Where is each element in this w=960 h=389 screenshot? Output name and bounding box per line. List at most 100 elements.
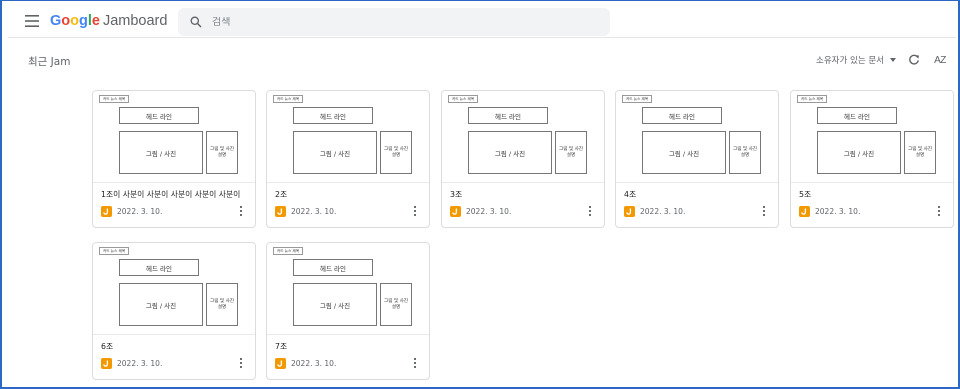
thumbnail-tag: 카드 뉴스 제목 [99, 95, 130, 103]
jam-card[interactable]: 카드 뉴스 제목 헤드 라인 그림 / 사진 그림 및 사진 설명 4조 202… [615, 90, 779, 228]
thumbnail-tag: 카드 뉴스 제목 [273, 247, 304, 255]
jam-modified-date: 2022. 3. 10. [291, 359, 337, 368]
jam-meta: 2022. 3. 10. [275, 204, 421, 218]
jam-modified-date: 2022. 3. 10. [640, 207, 686, 216]
list-controls: 소유자가 있는 문서 AZ [816, 52, 948, 68]
jam-modified-date: 2022. 3. 10. [291, 207, 337, 216]
jam-thumbnail: 카드 뉴스 제목 헤드 라인 그림 / 사진 그림 및 사진 설명 [616, 91, 778, 183]
top-app-bar: Google Jamboard [8, 4, 956, 38]
jam-modified-date: 2022. 3. 10. [815, 207, 861, 216]
app-logo[interactable]: Google Jamboard [50, 13, 167, 29]
jam-meta: 2022. 3. 10. [624, 204, 770, 218]
thumbnail-headline-box: 헤드 라인 [119, 259, 199, 276]
jam-card[interactable]: 카드 뉴스 제목 헤드 라인 그림 / 사진 그림 및 사진 설명 7조 202… [266, 242, 430, 380]
jam-title: 4조 [624, 190, 637, 199]
jamboard-file-icon [101, 206, 112, 217]
sort-label: AZ [934, 54, 946, 66]
jam-thumbnail: 카드 뉴스 제목 헤드 라인 그림 / 사진 그림 및 사진 설명 [267, 243, 429, 335]
jam-thumbnail: 카드 뉴스 제목 헤드 라인 그림 / 사진 그림 및 사진 설명 [267, 91, 429, 183]
jam-meta: 2022. 3. 10. [799, 204, 945, 218]
thumbnail-photo-box: 그림 / 사진 [293, 283, 377, 326]
jamboard-file-icon [450, 206, 461, 217]
jamboard-file-icon [101, 358, 112, 369]
jam-meta: 2022. 3. 10. [275, 356, 421, 370]
thumbnail-tag: 카드 뉴스 제목 [797, 95, 828, 103]
thumbnail-caption-box: 그림 및 사진 설명 [206, 283, 238, 326]
jam-thumbnail: 카드 뉴스 제목 헤드 라인 그림 / 사진 그림 및 사진 설명 [93, 91, 255, 183]
jam-meta: 2022. 3. 10. [101, 204, 247, 218]
jamboard-file-icon [275, 206, 286, 217]
thumbnail-headline-box: 헤드 라인 [119, 107, 199, 124]
thumbnail-photo-box: 그림 / 사진 [119, 131, 203, 174]
jam-title: 5조 [799, 190, 812, 199]
thumbnail-headline-box: 헤드 라인 [293, 259, 373, 276]
jam-info: 5조 2022. 3. 10. [791, 183, 953, 217]
thumbnail-caption-box: 그림 및 사진 설명 [206, 131, 238, 174]
jam-modified-date: 2022. 3. 10. [466, 207, 512, 216]
owner-filter-label: 소유자가 있는 문서 [816, 56, 884, 66]
jam-card[interactable]: 카드 뉴스 제목 헤드 라인 그림 / 사진 그림 및 사진 설명 1조이 사분… [92, 90, 256, 228]
thumbnail-caption-box: 그림 및 사진 설명 [729, 131, 761, 174]
jamboard-file-icon [275, 358, 286, 369]
jam-info: 6조 2022. 3. 10. [93, 335, 255, 369]
thumbnail-headline-box: 헤드 라인 [817, 107, 897, 124]
jam-card[interactable]: 카드 뉴스 제목 헤드 라인 그림 / 사진 그림 및 사진 설명 2조 202… [266, 90, 430, 228]
jam-info: 2조 2022. 3. 10. [267, 183, 429, 217]
jam-title: 7조 [275, 342, 288, 351]
thumbnail-caption-box: 그림 및 사진 설명 [904, 131, 936, 174]
thumbnail-tag: 카드 뉴스 제목 [99, 247, 130, 255]
thumbnail-headline-box: 헤드 라인 [642, 107, 722, 124]
jam-title: 3조 [450, 190, 463, 199]
owner-filter-dropdown[interactable]: 소유자가 있는 문서 [816, 54, 896, 66]
jam-thumbnail: 카드 뉴스 제목 헤드 라인 그림 / 사진 그림 및 사진 설명 [791, 91, 953, 183]
jam-meta: 2022. 3. 10. [101, 356, 247, 370]
more-options-icon[interactable] [584, 204, 596, 218]
jam-title: 1조이 사분이 사분이 사분이 사분이 사분이 [101, 190, 241, 199]
section-title: 최근 Jam [28, 56, 71, 68]
thumbnail-photo-box: 그림 / 사진 [642, 131, 726, 174]
jam-modified-date: 2022. 3. 10. [117, 207, 163, 216]
more-options-icon[interactable] [933, 204, 945, 218]
jam-info: 7조 2022. 3. 10. [267, 335, 429, 369]
jam-info: 1조이 사분이 사분이 사분이 사분이 사분이 2022. 3. 10. [93, 183, 255, 217]
jam-meta: 2022. 3. 10. [450, 204, 596, 218]
more-options-icon[interactable] [235, 204, 247, 218]
more-options-icon[interactable] [235, 356, 247, 370]
more-options-icon[interactable] [409, 204, 421, 218]
jam-card[interactable]: 카드 뉴스 제목 헤드 라인 그림 / 사진 그림 및 사진 설명 6조 202… [92, 242, 256, 380]
thumbnail-caption-box: 그림 및 사진 설명 [380, 283, 412, 326]
jam-title: 2조 [275, 190, 288, 199]
jam-info: 4조 2022. 3. 10. [616, 183, 778, 217]
thumbnail-caption-box: 그림 및 사진 설명 [380, 131, 412, 174]
google-wordmark: Google [50, 12, 100, 29]
thumbnail-tag: 카드 뉴스 제목 [622, 95, 653, 103]
jam-card[interactable]: 카드 뉴스 제목 헤드 라인 그림 / 사진 그림 및 사진 설명 3조 202… [441, 90, 605, 228]
jamboard-file-icon [799, 206, 810, 217]
more-options-icon[interactable] [758, 204, 770, 218]
product-name: Jamboard [102, 12, 168, 29]
dropdown-arrow-icon [890, 58, 896, 62]
search-icon [190, 16, 202, 28]
search-bar[interactable] [178, 8, 610, 36]
thumbnail-photo-box: 그림 / 사진 [119, 283, 203, 326]
main-menu-button[interactable] [18, 7, 46, 35]
jam-title: 6조 [101, 342, 114, 351]
thumbnail-photo-box: 그림 / 사진 [468, 131, 552, 174]
thumbnail-photo-box: 그림 / 사진 [293, 131, 377, 174]
jamboard-file-icon [624, 206, 635, 217]
thumbnail-headline-box: 헤드 라인 [468, 107, 548, 124]
jam-card[interactable]: 카드 뉴스 제목 헤드 라인 그림 / 사진 그림 및 사진 설명 5조 202… [790, 90, 954, 228]
search-input[interactable] [212, 16, 592, 28]
thumbnail-headline-box: 헤드 라인 [293, 107, 373, 124]
thumbnail-photo-box: 그림 / 사진 [817, 131, 901, 174]
thumbnail-tag: 카드 뉴스 제목 [448, 95, 479, 103]
hamburger-menu-icon [25, 14, 39, 27]
sort-az-icon[interactable]: AZ [932, 52, 948, 68]
jam-thumbnail: 카드 뉴스 제목 헤드 라인 그림 / 사진 그림 및 사진 설명 [442, 91, 604, 183]
jam-info: 3조 2022. 3. 10. [442, 183, 604, 217]
jam-modified-date: 2022. 3. 10. [117, 359, 163, 368]
more-options-icon[interactable] [409, 356, 421, 370]
thumbnail-caption-box: 그림 및 사진 설명 [555, 131, 587, 174]
refresh-icon[interactable] [906, 52, 922, 68]
thumbnail-tag: 카드 뉴스 제목 [273, 95, 304, 103]
